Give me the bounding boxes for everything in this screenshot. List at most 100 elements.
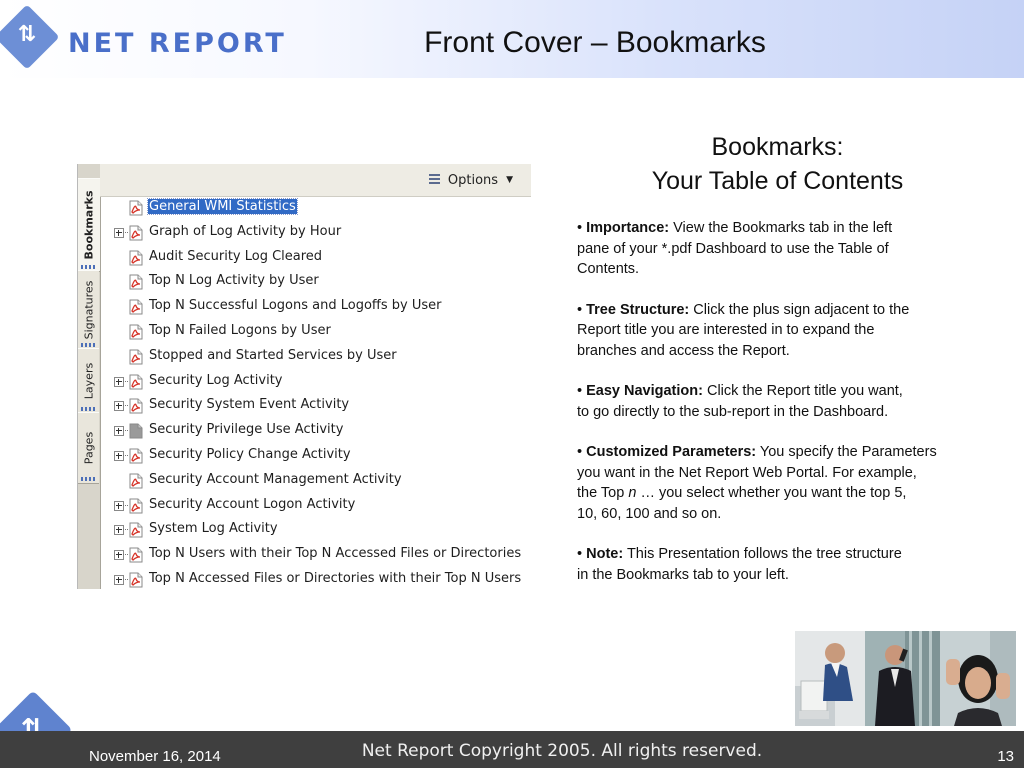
bookmark-item[interactable]: Top N Accessed Files or Directories with… — [100, 570, 531, 589]
bookmark-item-label: Security Privilege Use Activity — [149, 422, 344, 438]
point-text: Contents. — [577, 261, 640, 277]
pdf-page-icon — [128, 522, 144, 538]
tab-pages-label: Pages — [82, 431, 95, 465]
expand-plus-icon[interactable] — [114, 376, 124, 387]
bullet: • — [577, 444, 587, 460]
point-text: Report title you are interested in to ex… — [577, 322, 875, 338]
expand-plus-icon[interactable] — [114, 500, 124, 511]
options-list-icon — [428, 173, 440, 187]
tab-signatures[interactable]: Signatures — [78, 270, 99, 350]
panel-tab-strip: Bookmarks Signatures Layers Pages — [78, 164, 101, 589]
bookmark-item[interactable]: Security Account Logon Activity — [100, 496, 531, 516]
point-importance: • Importance: View the Bookmarks tab in … — [577, 218, 1017, 280]
options-toolbar: Options ▼ — [100, 164, 531, 197]
expand-plus-icon[interactable] — [114, 550, 124, 561]
bookmark-item-label: Security Account Logon Activity — [149, 496, 356, 512]
chevron-down-icon: ▼ — [506, 175, 513, 185]
point-text: Click the plus sign adjacent to the — [689, 301, 910, 318]
bookmark-item-label: Security System Event Activity — [149, 397, 350, 413]
bookmark-item-label: General WMI Statistics — [147, 198, 298, 215]
pdf-page-icon — [128, 200, 144, 216]
expand-plus-icon[interactable] — [114, 575, 124, 585]
point-term: Tree Structure: — [586, 301, 690, 318]
bookmark-item[interactable]: Security Log Activity — [100, 372, 531, 392]
bookmark-item[interactable]: Stopped and Started Services by User — [100, 347, 531, 367]
point-term: Easy Navigation: — [586, 383, 703, 399]
point-easy-navigation: • Easy Navigation: Click the Report titl… — [577, 381, 1017, 422]
bookmark-item[interactable]: Top N Successful Logons and Logoffs by U… — [100, 297, 531, 317]
pdf-page-icon — [128, 572, 144, 588]
bookmark-item-label: Top N Log Activity by User — [149, 273, 319, 289]
tab-grip-icon — [81, 265, 95, 269]
point-text: the Top — [577, 485, 629, 501]
bookmark-item-label: Stopped and Started Services by User — [149, 347, 397, 363]
content-body: • Importance: View the Bookmarks tab in … — [577, 218, 1017, 605]
expand-plus-icon[interactable] — [114, 227, 124, 238]
options-label: Options — [447, 172, 499, 188]
point-term: Customized Parameters: — [586, 444, 757, 460]
options-button[interactable]: Options ▼ — [428, 170, 513, 190]
slide-header: ⇅ NET REPORT Front Cover – Bookmarks — [0, 0, 1024, 78]
bookmark-item[interactable]: Audit Security Log Cleared — [100, 248, 531, 268]
bookmark-item-label: Top N Users with their Top N Accessed Fi… — [149, 546, 522, 562]
point-text: 10, 60, 100 and so on. — [577, 505, 722, 522]
net-report-logo-icon: ⇅ — [0, 4, 60, 70]
bookmarks-panel: Bookmarks Signatures Layers Pages Option… — [77, 164, 531, 589]
expand-plus-icon[interactable] — [114, 426, 124, 437]
expand-plus-icon[interactable] — [114, 451, 124, 461]
photo-woman-framing-hands — [940, 631, 1016, 726]
bookmark-item[interactable]: General WMI Statistics — [100, 198, 531, 218]
photo-man-on-phone — [865, 631, 940, 726]
tab-layers[interactable]: Layers — [78, 348, 99, 414]
pdf-page-icon — [128, 299, 144, 315]
point-text: This Presentation follows the tree struc… — [623, 546, 902, 562]
tab-layers-label: Layers — [82, 362, 95, 400]
page-number: 13 — [997, 748, 1014, 765]
point-tree-structure: • Tree Structure: Click the plus sign ad… — [577, 300, 1017, 362]
pdf-page-icon — [128, 547, 144, 563]
tab-pages[interactable]: Pages — [78, 412, 99, 484]
bookmark-item-label: Top N Failed Logons by User — [149, 323, 331, 338]
business-photos — [795, 631, 1016, 726]
grey-page-icon — [128, 423, 144, 439]
point-text: branches and access the Report. — [577, 342, 790, 359]
pdf-page-icon — [128, 374, 144, 390]
content-heading: Bookmarks: Your Table of Contents — [600, 130, 955, 198]
pdf-page-icon — [128, 448, 144, 464]
bookmark-item[interactable]: Top N Log Activity by User — [100, 272, 531, 292]
bookmark-item[interactable]: Security Privilege Use Activity — [100, 421, 531, 441]
point-text: to go directly to the sub-report in the … — [577, 403, 889, 420]
bullet: • — [577, 220, 587, 236]
bookmark-item[interactable]: Security System Event Activity — [100, 396, 531, 416]
tab-bookmarks-label: Bookmarks — [82, 190, 96, 260]
bookmark-item-label: System Log Activity — [149, 521, 278, 537]
pdf-page-icon — [128, 349, 144, 365]
bookmark-item[interactable]: System Log Activity — [100, 520, 531, 540]
content-heading-line-2: Your Table of Contents — [651, 167, 904, 195]
logo-text: NET REPORT — [68, 28, 287, 59]
bookmark-item[interactable]: Top N Users with their Top N Accessed Fi… — [100, 545, 531, 565]
point-term: Importance: — [586, 220, 670, 236]
bookmark-item-label: Security Log Activity — [149, 372, 283, 388]
bookmark-tree: General WMI Statistics Graph of Log Activ… — [100, 196, 531, 589]
bookmark-item[interactable]: Security Policy Change Activity — [100, 446, 531, 466]
expand-plus-icon[interactable] — [114, 401, 124, 412]
bookmark-item-label: Audit Security Log Cleared — [149, 248, 323, 264]
tab-grip-icon — [81, 343, 95, 347]
pdf-page-icon — [128, 274, 144, 290]
bookmark-item-label: Graph of Log Activity by Hour — [149, 223, 342, 239]
bookmark-item[interactable]: Top N Failed Logons by User — [100, 322, 531, 342]
point-text: Click the Report title you want, — [702, 383, 903, 399]
bookmark-item[interactable]: Graph of Log Activity by Hour — [100, 223, 531, 243]
bookmark-item-label: Security Account Management Activity — [149, 471, 402, 487]
bookmark-item-label: Top N Accessed Files or Directories with… — [149, 571, 522, 586]
point-text: you want in the Net Report Web Portal. F… — [577, 464, 917, 481]
tab-bookmarks[interactable]: Bookmarks — [78, 178, 100, 272]
content-heading-line-1: Bookmarks: — [711, 133, 844, 161]
photo-man-at-computer — [795, 631, 865, 726]
expand-plus-icon[interactable] — [114, 525, 124, 536]
pdf-page-icon — [128, 473, 144, 489]
tab-grip-icon — [81, 407, 95, 411]
bookmark-item[interactable]: Security Account Management Activity — [100, 471, 531, 491]
pdf-page-icon — [128, 250, 144, 266]
